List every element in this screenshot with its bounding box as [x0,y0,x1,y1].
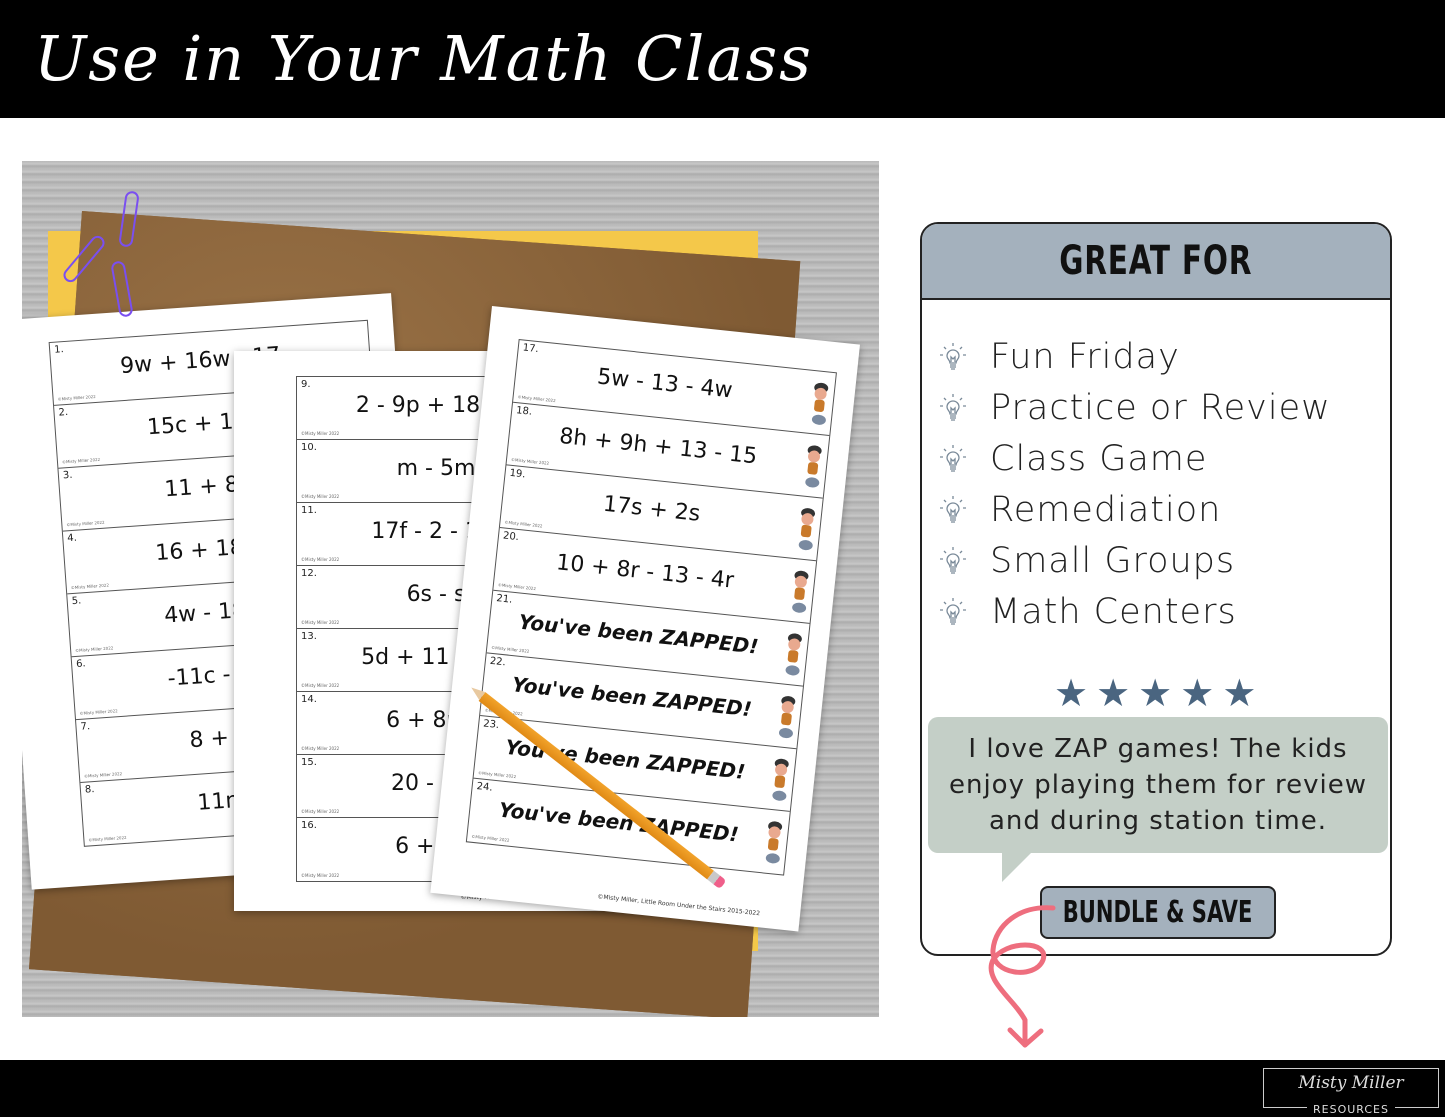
use-item: Fun Friday [936,331,1331,382]
card-copyright: ©Misty Miller 2022 [301,809,340,814]
task-number: 21. [495,593,513,606]
task-number: 1. [53,344,65,356]
task-number: 10. [301,442,317,453]
card-copyright: ©Misty Miller 2022 [57,393,96,402]
task-number: 17. [522,342,540,356]
card-copyright: ©Misty Miller 2022 [75,645,114,653]
card-copyright: ©Misty Miller 2022 [88,834,127,843]
task-number: 4. [66,532,78,545]
bubble-tail [1002,852,1032,882]
panel-title: GREAT FOR [1059,238,1253,284]
panel-header: GREAT FOR [922,224,1390,300]
task-number: 3. [62,469,73,482]
card-copyright: ©Misty Miller 2022 [83,771,123,779]
task-number: 18. [515,405,533,418]
product-photo: 1. 9w + 16w - 17 ©Misty Miller 2022 2. 15c +… [22,161,879,1017]
task-number: 12. [301,568,317,579]
task-sheet-right: 17. 5w - 13 - 4w ©Misty Miller 2022 18. 8h +… [430,306,860,932]
use-item: Small Groups [936,535,1331,586]
caveman-icon [798,508,816,551]
use-item: Practice or Review [936,382,1331,433]
lightbulb-icon [940,597,966,625]
task-number: 5. [71,595,82,608]
task-number: 19. [509,467,527,481]
caveman-icon [805,445,822,488]
card-copyright: ©Misty Miller 2022 [471,833,510,843]
card-copyright: ©Misty Miller 2022 [491,644,530,654]
use-label: Remediation [990,489,1222,530]
lightbulb-icon [940,393,966,421]
task-number: 7. [80,721,91,733]
page-title: Use in Your Math Class [34,22,813,95]
lightbulb-icon [940,495,966,523]
task-number: 13. [301,631,317,642]
card-copyright: ©Misty Miller 2022 [301,620,340,625]
uses-list: Fun Friday Practice or Review Class Game… [936,331,1331,637]
task-number: 22. [489,655,507,669]
brand-name: Misty Miller [1298,1073,1404,1093]
use-label: Math Centers [990,591,1237,632]
card-copyright: ©Misty Miller 2022 [517,394,556,404]
use-label: Class Game [990,438,1208,479]
card-copyright: ©Misty Miller 2022 [301,873,340,878]
task-number: 11. [301,505,317,516]
bundle-save-button[interactable]: BUNDLE & SAVE [1040,886,1276,939]
lightbulb-icon [940,342,966,370]
card-copyright: ©Misty Miller 2022 [504,519,543,529]
task-number: 6. [75,658,87,670]
task-number: 2. [58,406,69,419]
great-for-panel: GREAT FOR Fun Friday Practice or Review … [920,222,1392,956]
caveman-icon [792,570,809,613]
task-number: 16. [301,820,317,831]
card-copyright: ©Misty Miller 2022 [497,582,537,592]
star-rating: ★ ★ ★ ★ ★ [1054,674,1256,712]
testimonial-text: I love ZAP games! The kids enjoy playing… [948,734,1368,836]
curly-arrow-icon [988,905,1056,1048]
star-icon: ★ [1054,671,1089,715]
use-item: Math Centers [936,586,1331,637]
use-label: Small Groups [990,540,1236,581]
lightbulb-icon [940,444,966,472]
brand-logo: Misty Miller RESOURCES [1263,1068,1439,1116]
task-expression: 5w - 13 - 4w [595,364,734,404]
task-number: 20. [502,530,520,544]
use-item: Class Game [936,433,1331,484]
card-copyright: ©Misty Miller 2022 [79,708,118,716]
card-copyright: ©Misty Miller 2022 [301,746,340,751]
star-icon: ★ [1180,671,1215,715]
star-icon: ★ [1138,671,1173,715]
star-icon: ★ [1222,671,1257,715]
task-number: 24. [476,781,494,794]
footer-bar: Misty Miller RESOURCES [0,1060,1445,1117]
star-icon: ★ [1096,671,1131,715]
card-copyright: ©Misty Miller 2022 [66,519,105,528]
card-list: 17. 5w - 13 - 4w ©Misty Miller 2022 18. 8h +… [465,338,837,876]
use-item: Remediation [936,484,1331,535]
task-number: 9. [301,379,311,390]
bundle-save-label: BUNDLE & SAVE [1063,895,1253,930]
card-copyright: ©Misty Miller 2022 [477,770,517,780]
brand-sub: RESOURCES [1307,1103,1395,1116]
caveman-icon [765,821,783,864]
caveman-icon [772,758,789,801]
lightbulb-icon [940,546,966,574]
caveman-icon [785,633,802,676]
card-copyright: ©Misty Miller 2022 [70,582,110,591]
task-number: 14. [301,694,317,705]
task-number: 15. [301,757,317,768]
task-number: 23. [482,718,500,732]
use-label: Practice or Review [990,387,1331,428]
task-number: 8. [84,784,95,796]
card-copyright: ©Misty Miller 2022 [510,456,550,466]
caveman-icon [778,696,796,739]
card-copyright: ©Misty Miller 2022 [301,683,340,688]
testimonial-bubble: I love ZAP games! The kids enjoy playing… [928,717,1388,853]
use-label: Fun Friday [990,336,1180,377]
caveman-icon [811,382,829,425]
card-copyright: ©Misty Miller 2022 [61,456,101,465]
card-copyright: ©Misty Miller 2022 [301,494,340,499]
card-copyright: ©Misty Miller 2022 [301,557,340,562]
card-copyright: ©Misty Miller 2022 [301,431,340,436]
header-bar: Use in Your Math Class [0,0,1445,118]
